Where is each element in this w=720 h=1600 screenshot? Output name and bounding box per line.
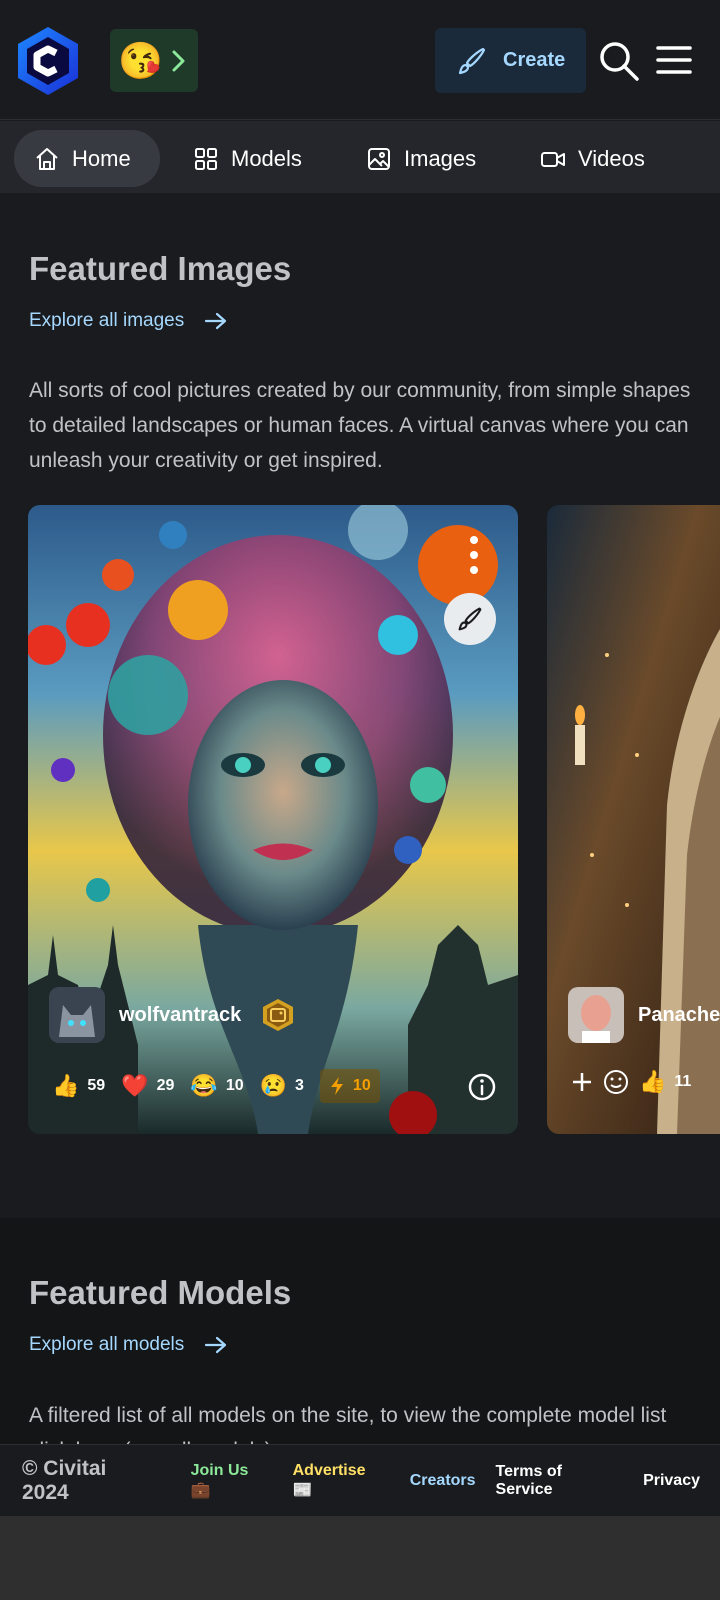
arrow-right-icon xyxy=(205,312,227,330)
home-icon xyxy=(36,147,58,170)
explore-all-images-link[interactable]: Explore all images xyxy=(29,310,228,332)
nav-label-models: Models xyxy=(231,145,302,171)
buzz-count: 10 xyxy=(352,1077,371,1094)
terms-link[interactable]: Terms of Service xyxy=(496,1463,624,1499)
reaction-laugh[interactable]: 😂 10 xyxy=(190,1073,243,1099)
app-header: 😘 Create xyxy=(0,0,720,120)
card-user[interactable]: wolfvantrack xyxy=(49,987,295,1043)
remix-button[interactable] xyxy=(444,593,496,645)
explore-all-models-link[interactable]: Explore all models xyxy=(29,1334,228,1356)
reaction-count: 29 xyxy=(156,1077,175,1094)
creator-badge-icon xyxy=(263,999,294,1031)
explore-images-label: Explore all images xyxy=(29,310,185,331)
explore-models-label: Explore all models xyxy=(29,1334,185,1355)
featured-images-description: All sorts of cool pictures created by ou… xyxy=(29,379,691,472)
image-icon xyxy=(368,147,390,170)
civitai-logo-icon[interactable] xyxy=(16,25,80,97)
username: wolfvantrack xyxy=(119,1003,242,1026)
nav-item-videos[interactable]: Videos xyxy=(520,130,665,187)
nav-item-home[interactable]: Home xyxy=(14,130,160,187)
copyright: © Civitai 2024 xyxy=(22,1456,107,1504)
footer: © Civitai 2024 Join Us 💼 Advertise 📰 Cre… xyxy=(0,1444,720,1516)
join-us-link[interactable]: Join Us 💼 xyxy=(191,1462,273,1500)
card-user[interactable]: Panache xyxy=(568,987,720,1043)
search-icon[interactable] xyxy=(598,40,640,82)
brush-icon xyxy=(458,607,482,631)
privacy-link[interactable]: Privacy xyxy=(643,1472,700,1490)
thumbs-up-icon: 👍 xyxy=(52,1073,80,1098)
thumbs-up-icon: 👍 xyxy=(639,1069,667,1094)
laugh-icon: 😂 xyxy=(190,1073,218,1098)
reaction-count: 3 xyxy=(295,1077,304,1094)
image-card[interactable]: Panache 👍 11 xyxy=(547,505,720,1134)
brush-icon xyxy=(458,47,486,74)
reaction-bar: 👍 11 xyxy=(571,1069,691,1095)
reaction-count: 10 xyxy=(225,1077,244,1094)
kiss-emoji: 😘 xyxy=(118,39,163,81)
cry-icon: 😢 xyxy=(259,1073,288,1098)
avatar xyxy=(49,987,105,1043)
reaction-count: 11 xyxy=(674,1073,692,1090)
emoji-reward-button[interactable]: 😘 xyxy=(110,29,198,92)
heart-icon: ❤️ xyxy=(121,1073,149,1098)
featured-models-title: Featured Models xyxy=(29,1274,292,1311)
lightning-icon xyxy=(330,1077,343,1095)
featured-models-section: Featured Models Explore all models A fil… xyxy=(0,1218,720,1462)
buzz-tip-button[interactable]: 10 xyxy=(319,1069,380,1103)
plus-icon[interactable] xyxy=(571,1071,593,1093)
hamburger-menu-icon[interactable] xyxy=(656,44,692,76)
username: Panache xyxy=(638,1003,720,1026)
smiley-icon[interactable] xyxy=(603,1069,629,1095)
reaction-like[interactable]: 👍 11 xyxy=(639,1069,691,1095)
nav-label-videos: Videos xyxy=(578,145,645,171)
nav-item-models[interactable]: Models xyxy=(173,130,322,187)
reaction-heart[interactable]: ❤️ 29 xyxy=(121,1073,174,1099)
video-icon xyxy=(541,151,565,167)
grid-icon xyxy=(195,147,217,170)
arrow-right-icon xyxy=(205,1336,227,1354)
create-label: Create xyxy=(503,49,566,71)
image-card[interactable]: wolfvantrack 👍 59 ❤️ 29 😂 10 😢 3 10 xyxy=(28,505,518,1134)
info-icon[interactable] xyxy=(466,1071,498,1103)
featured-images-title: Featured Images xyxy=(29,250,292,287)
nav-label-home: Home xyxy=(72,145,131,171)
more-options-icon[interactable] xyxy=(468,535,480,575)
main-nav: Home Models Images Videos xyxy=(0,121,720,193)
advertise-link[interactable]: Advertise 📰 xyxy=(293,1462,390,1500)
reaction-count: 59 xyxy=(87,1077,106,1094)
reaction-bar: 👍 59 ❤️ 29 😂 10 😢 3 10 xyxy=(52,1069,380,1103)
reaction-cry[interactable]: 😢 3 xyxy=(260,1073,304,1099)
nav-label-images: Images xyxy=(404,145,477,171)
chevron-right-icon xyxy=(172,50,185,71)
system-nav-area xyxy=(0,1516,720,1600)
create-button[interactable]: Create xyxy=(435,28,586,93)
avatar xyxy=(568,987,624,1043)
creators-link[interactable]: Creators xyxy=(410,1472,476,1490)
reaction-like[interactable]: 👍 59 xyxy=(52,1073,105,1099)
nav-item-images[interactable]: Images xyxy=(346,130,496,187)
